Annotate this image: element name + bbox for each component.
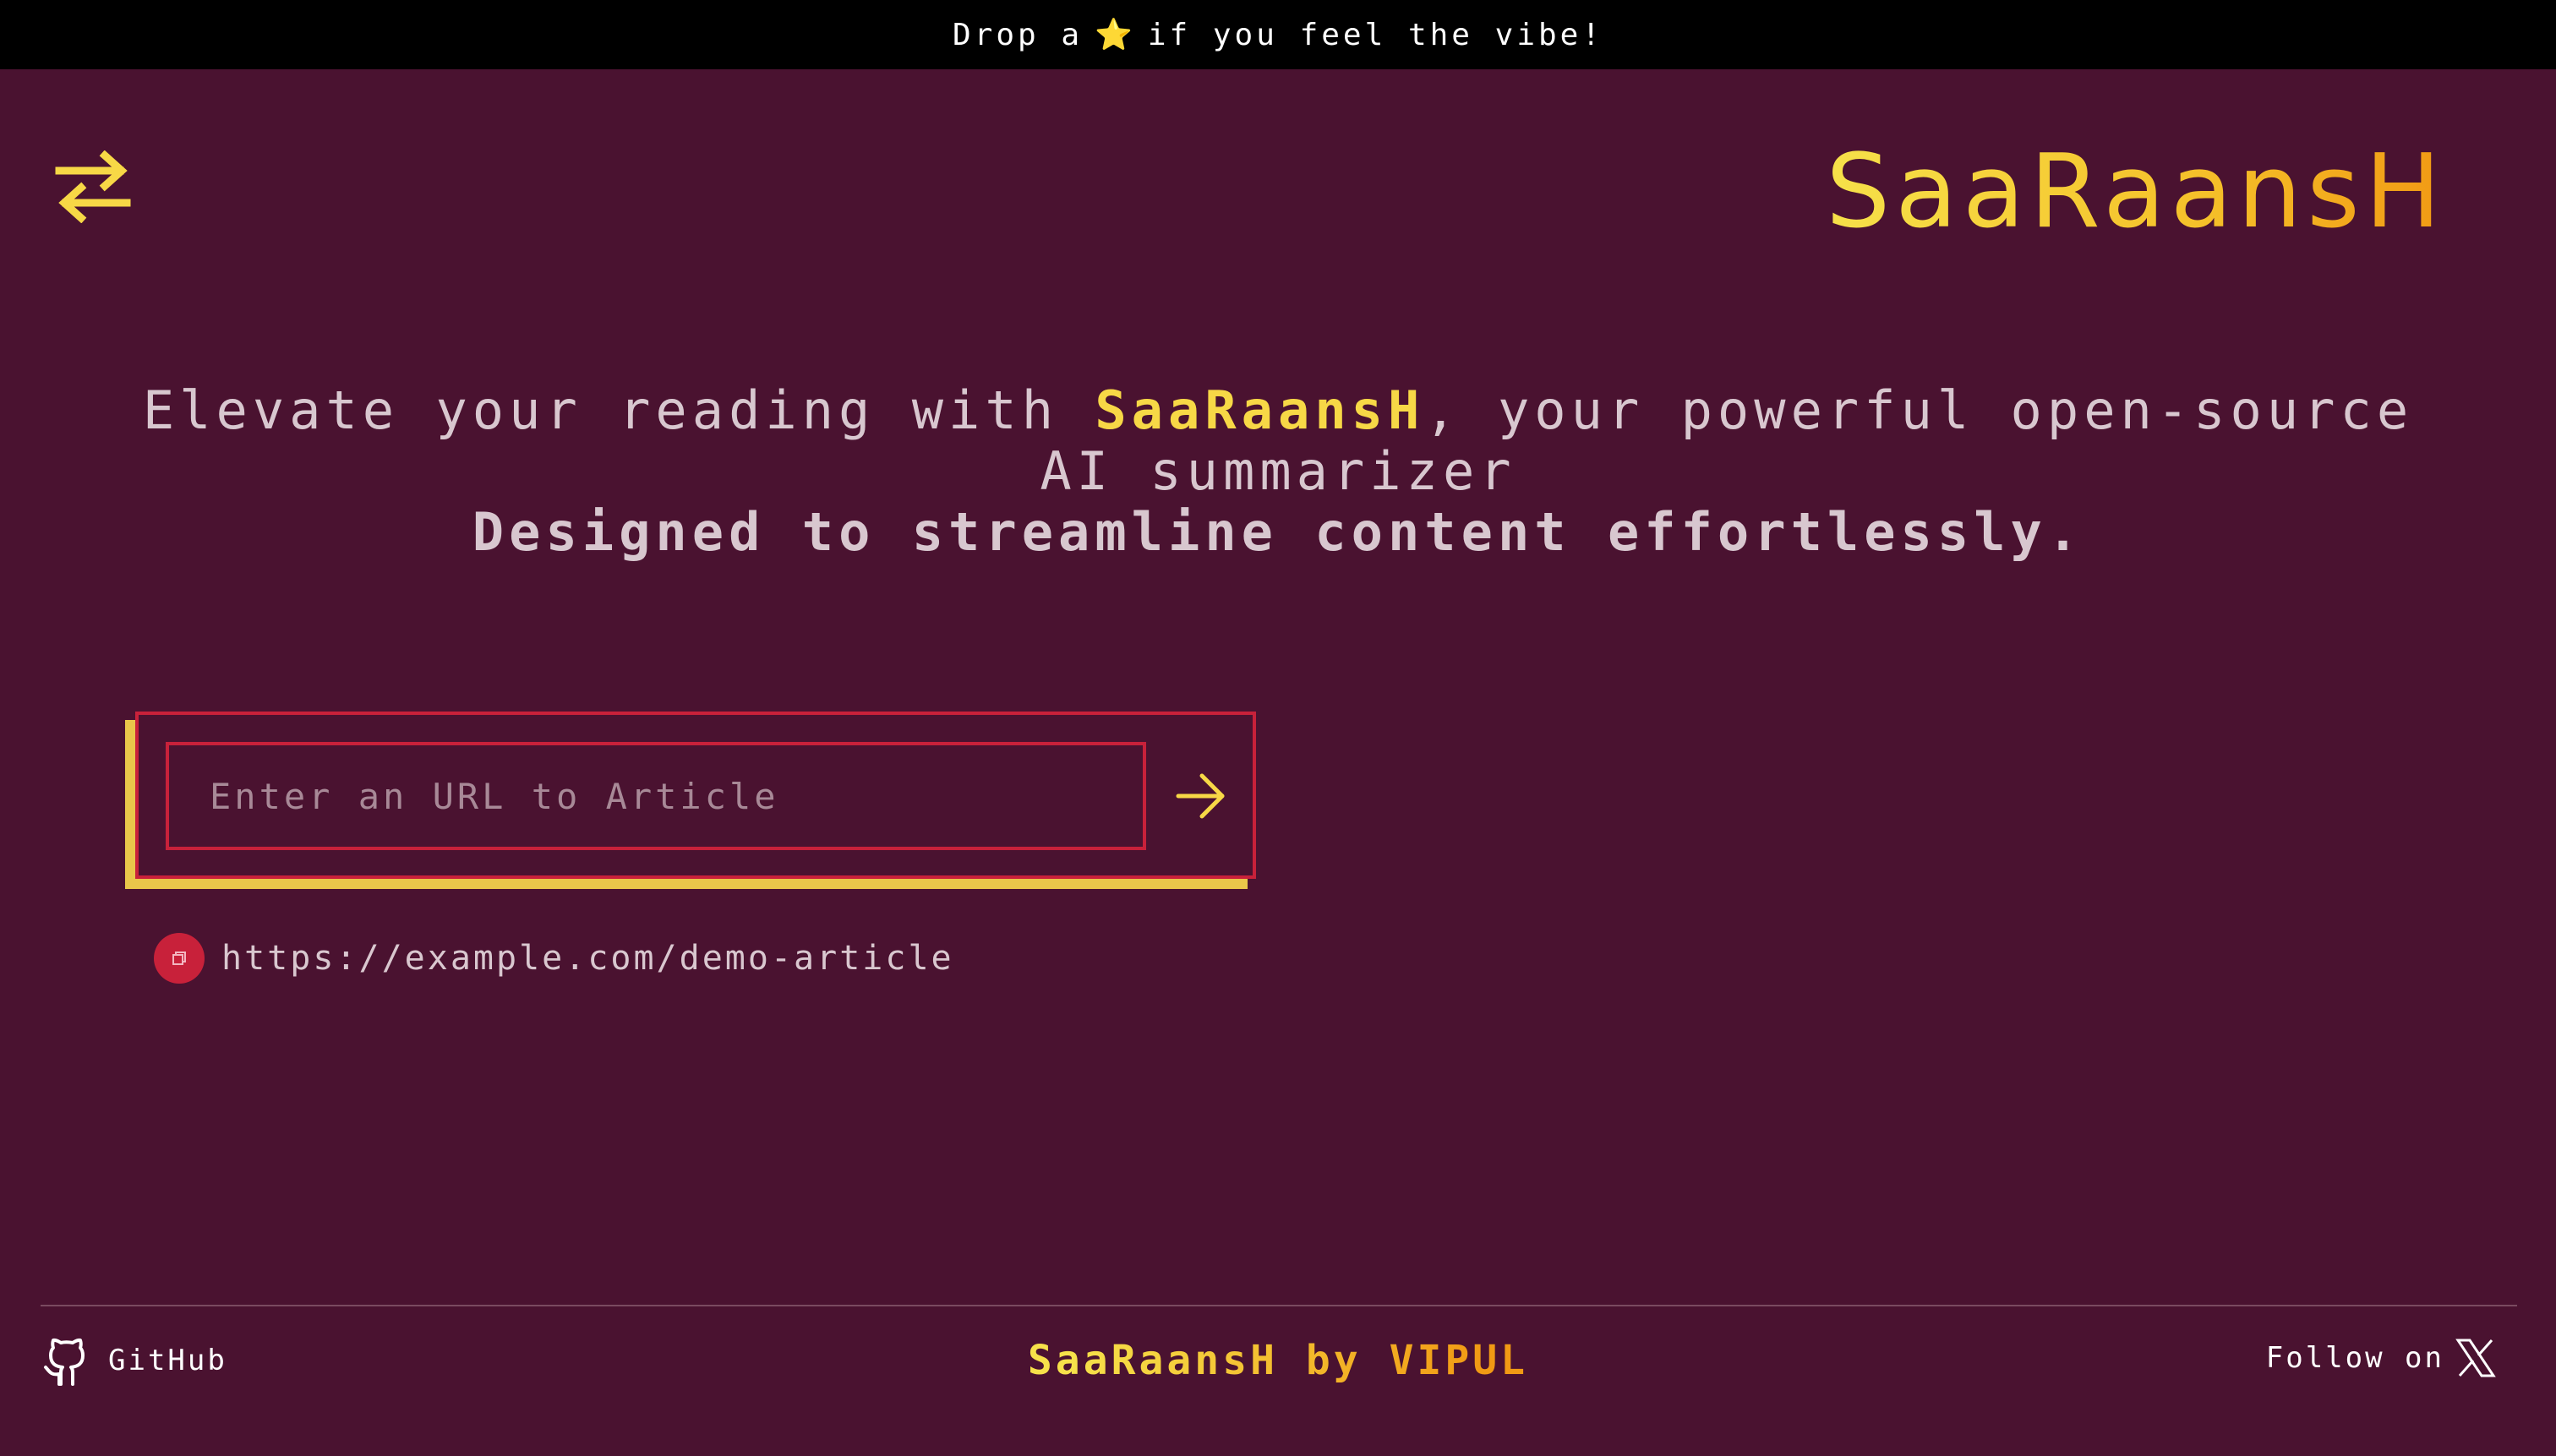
site-logo[interactable]: SaaRaansH: [1826, 134, 2446, 251]
copy-icon: [172, 952, 186, 965]
footer-brand: SaaRaansH by VIPUL: [0, 1337, 2556, 1384]
banner-text-end: if you feel the vibe!: [1147, 17, 1604, 52]
github-icon: [44, 1338, 85, 1386]
top-banner: Drop a ⭐ if you feel the vibe!: [0, 0, 2556, 69]
history-item[interactable]: https://example.com/demo-article: [154, 933, 954, 984]
swap-arrows-icon[interactable]: [52, 150, 134, 223]
hero-text: Elevate your reading with SaaRaansH, you…: [135, 380, 2421, 563]
star-icon: ⭐: [1095, 18, 1136, 52]
follow-x-link[interactable]: Follow on: [2266, 1337, 2497, 1379]
hero-tagline: Designed to streamline content effortles…: [472, 501, 2084, 563]
hero-line-start: Elevate your reading with: [142, 379, 1095, 441]
github-label: GitHub: [108, 1344, 227, 1377]
footer-divider: [41, 1305, 2517, 1306]
arrow-right-icon[interactable]: [1173, 771, 1229, 821]
x-logo-icon: [2455, 1339, 2496, 1377]
banner-text-start: Drop a: [952, 17, 1084, 52]
github-link[interactable]: GitHub: [42, 1333, 227, 1388]
hero-brand: SaaRaansH: [1095, 379, 1425, 441]
history-url: https://example.com/demo-article: [221, 939, 954, 978]
follow-label: Follow on: [2265, 1341, 2444, 1375]
copy-button[interactable]: [154, 933, 205, 984]
url-input[interactable]: [166, 742, 1146, 850]
